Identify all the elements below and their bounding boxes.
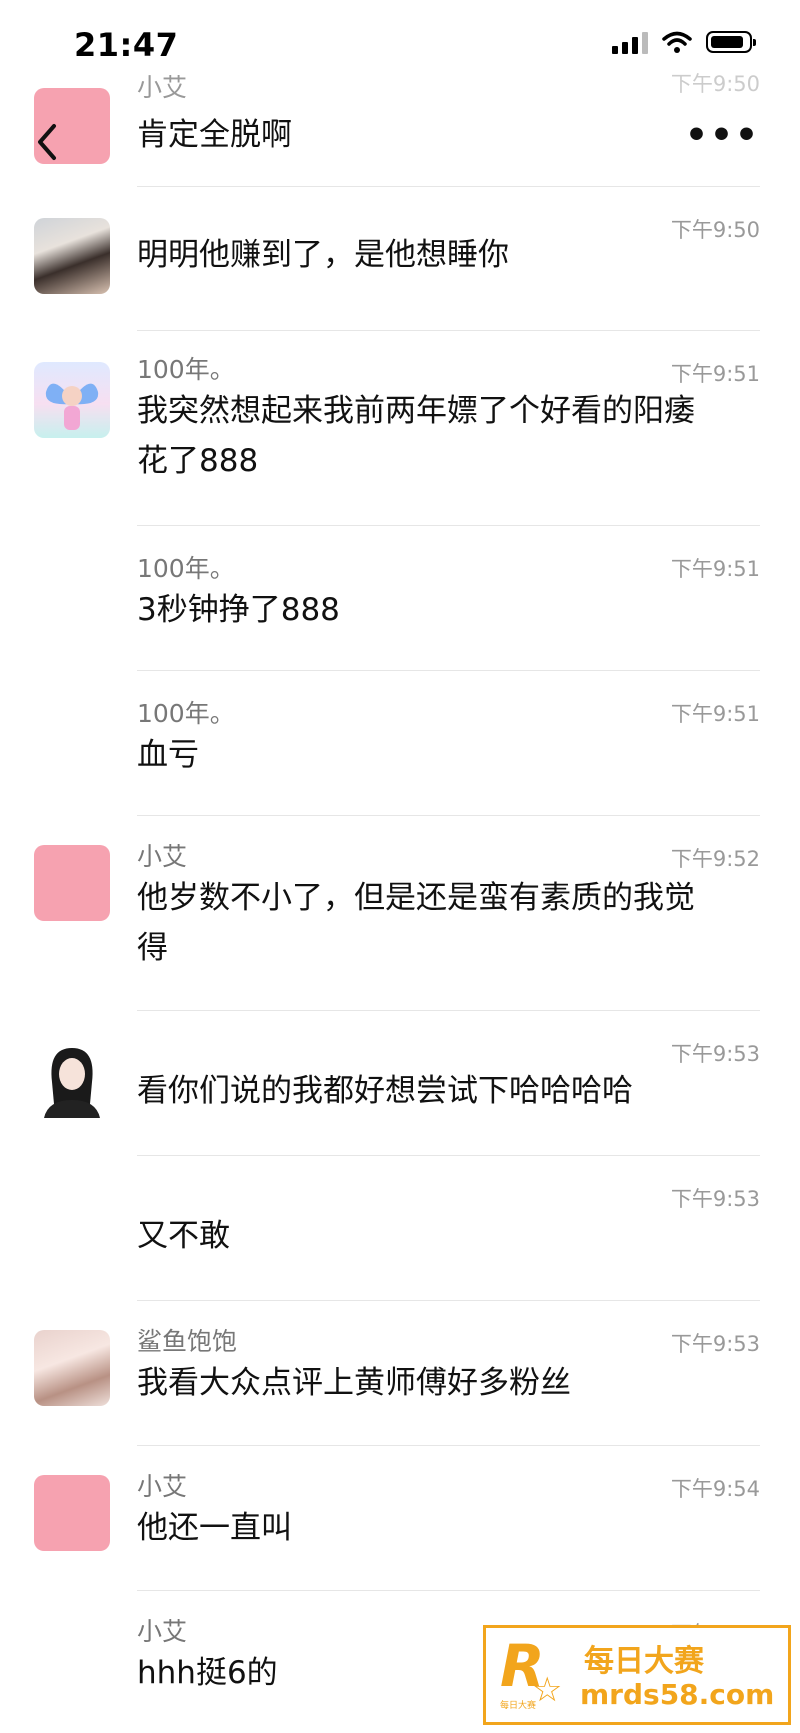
sender-name: 小艾 (137, 842, 188, 871)
message-time: 下午9:53 (670, 1042, 760, 1066)
message-text: 血亏 (137, 737, 199, 773)
avatar[interactable] (34, 1042, 110, 1118)
message-item: 下午9:53 又不敢 (0, 1155, 800, 1300)
message-text: 又不敢 (137, 1218, 230, 1254)
sender-name: 100年。 (137, 554, 235, 583)
chat-header: ••• (0, 82, 800, 182)
sender-name: 鲨鱼饱饱 (137, 1327, 238, 1356)
message-text: 我看大众点评上黄师傅好多粉丝 (137, 1365, 571, 1401)
avatar[interactable] (34, 218, 110, 294)
back-chevron-icon[interactable] (28, 112, 68, 172)
status-icons (612, 30, 756, 54)
cellular-signal-icon (612, 30, 648, 54)
butterfly-icon (45, 383, 99, 430)
battery-icon (706, 31, 756, 53)
avatar[interactable] (34, 845, 110, 921)
message-item: 下午9:51 100年。 血亏 (0, 670, 800, 815)
avatar[interactable] (34, 1330, 110, 1406)
message-text: 我突然想起来我前两年嫖了个好看的阳痿 (137, 393, 695, 429)
message-item: 下午9:51 100年。 我突然想起来我前两年嫖了个好看的阳痿 花了888 (0, 330, 800, 525)
watermark-name: 每日大赛 (584, 1644, 704, 1679)
message-text: 他还一直叫 (137, 1510, 292, 1546)
watermark-url: mrds58.com (580, 1678, 775, 1711)
message-time: 下午9:53 (670, 1187, 760, 1211)
more-options-button[interactable]: ••• (685, 118, 760, 154)
avatar[interactable] (34, 362, 110, 438)
sender-name: 小艾 (137, 1472, 188, 1501)
message-text-line2: 花了888 (137, 443, 259, 479)
message-item: 下午9:50 明明他赚到了，是他想睡你 (0, 188, 800, 328)
watermark-small-text: 每日大赛 (500, 1701, 537, 1711)
message-text: 3秒钟挣了888 (137, 592, 340, 628)
message-item: 下午9:52 小艾 他岁数不小了，但是还是蛮有素质的我觉 得 (0, 815, 800, 1010)
message-text-line2: 得 (137, 930, 168, 966)
message-text: 看你们说的我都好想尝试下哈哈哈哈 (137, 1073, 633, 1109)
message-text: 他岁数不小了，但是还是蛮有素质的我觉 (137, 880, 695, 916)
message-item: 下午9:51 100年。 3秒钟挣了888 (0, 525, 800, 670)
message-text: 明明他赚到了，是他想睡你 (137, 237, 509, 273)
illustrated-woman-icon (44, 1048, 100, 1118)
sender-name: 100年。 (137, 699, 235, 728)
message-item: 下午9:53 鲨鱼饱饱 我看大众点评上黄师傅好多粉丝 (0, 1300, 800, 1445)
star-icon: ☆ (532, 1670, 563, 1710)
message-item: 下午9:53 看你们说的我都好想尝试下哈哈哈哈 (0, 1010, 800, 1155)
status-time: 21:47 (74, 26, 179, 64)
divider (137, 186, 760, 187)
wifi-icon (662, 31, 692, 53)
message-item: 下午9:54 小艾 他还一直叫 (0, 1445, 800, 1590)
watermark-logo: R ☆ 每日大赛 每日大赛 mrds58.com (483, 1625, 791, 1725)
avatar[interactable] (34, 1475, 110, 1551)
sender-name: 100年。 (137, 355, 235, 384)
